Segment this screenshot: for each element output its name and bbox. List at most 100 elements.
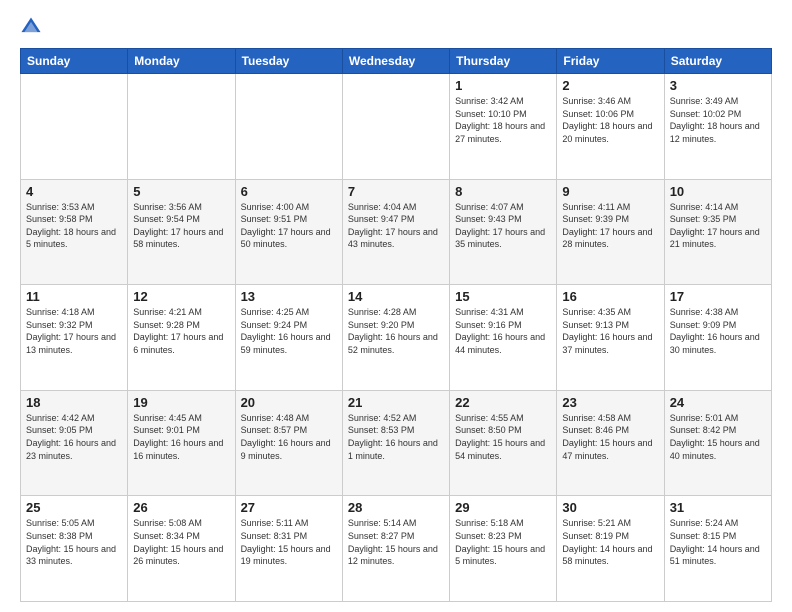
calendar-week-row: 25 Sunrise: 5:05 AM Sunset: 8:38 PM Dayli… bbox=[21, 496, 772, 602]
day-info: Sunrise: 4:38 AM Sunset: 9:09 PM Dayligh… bbox=[670, 306, 766, 356]
calendar-cell: 16 Sunrise: 4:35 AM Sunset: 9:13 PM Dayli… bbox=[557, 285, 664, 391]
calendar-cell: 14 Sunrise: 4:28 AM Sunset: 9:20 PM Dayli… bbox=[342, 285, 449, 391]
calendar-cell: 23 Sunrise: 4:58 AM Sunset: 8:46 PM Dayli… bbox=[557, 390, 664, 496]
day-number: 18 bbox=[26, 395, 122, 410]
weekday-header-row: SundayMondayTuesdayWednesdayThursdayFrid… bbox=[21, 49, 772, 74]
day-number: 14 bbox=[348, 289, 444, 304]
calendar-cell: 10 Sunrise: 4:14 AM Sunset: 9:35 PM Dayli… bbox=[664, 179, 771, 285]
day-info: Sunrise: 4:18 AM Sunset: 9:32 PM Dayligh… bbox=[26, 306, 122, 356]
day-info: Sunrise: 5:11 AM Sunset: 8:31 PM Dayligh… bbox=[241, 517, 337, 567]
calendar-cell: 18 Sunrise: 4:42 AM Sunset: 9:05 PM Dayli… bbox=[21, 390, 128, 496]
calendar-week-row: 1 Sunrise: 3:42 AM Sunset: 10:10 PM Dayli… bbox=[21, 74, 772, 180]
calendar-cell: 26 Sunrise: 5:08 AM Sunset: 8:34 PM Dayli… bbox=[128, 496, 235, 602]
day-info: Sunrise: 5:14 AM Sunset: 8:27 PM Dayligh… bbox=[348, 517, 444, 567]
calendar-cell: 13Sunrise: 4:25 AM Sunset: 9:24 PM Dayli… bbox=[235, 285, 342, 391]
day-info: Sunrise: 3:53 AM Sunset: 9:58 PM Dayligh… bbox=[26, 201, 122, 251]
calendar-cell: 25 Sunrise: 5:05 AM Sunset: 8:38 PM Dayli… bbox=[21, 496, 128, 602]
calendar-cell: 20 Sunrise: 4:48 AM Sunset: 8:57 PM Dayli… bbox=[235, 390, 342, 496]
day-info: Sunrise: 3:42 AM Sunset: 10:10 PM Daylig… bbox=[455, 95, 551, 145]
calendar-cell: 30 Sunrise: 5:21 AM Sunset: 8:19 PM Dayli… bbox=[557, 496, 664, 602]
calendar-cell: 1 Sunrise: 3:42 AM Sunset: 10:10 PM Dayli… bbox=[450, 74, 557, 180]
calendar-cell: 31Sunrise: 5:24 AM Sunset: 8:15 PM Dayli… bbox=[664, 496, 771, 602]
day-number: 21 bbox=[348, 395, 444, 410]
day-info: Sunrise: 4:35 AM Sunset: 9:13 PM Dayligh… bbox=[562, 306, 658, 356]
day-info: Sunrise: 5:08 AM Sunset: 8:34 PM Dayligh… bbox=[133, 517, 229, 567]
day-number: 22 bbox=[455, 395, 551, 410]
calendar-cell: 22 Sunrise: 4:55 AM Sunset: 8:50 PM Dayli… bbox=[450, 390, 557, 496]
day-number: 7 bbox=[348, 184, 444, 199]
calendar-cell: 6 Sunrise: 4:00 AM Sunset: 9:51 PM Daylig… bbox=[235, 179, 342, 285]
calendar-table: SundayMondayTuesdayWednesdayThursdayFrid… bbox=[20, 48, 772, 602]
calendar-cell bbox=[342, 74, 449, 180]
calendar-cell: 11 Sunrise: 4:18 AM Sunset: 9:32 PM Dayli… bbox=[21, 285, 128, 391]
day-info: Sunrise: 5:01 AM Sunset: 8:42 PM Dayligh… bbox=[670, 412, 766, 462]
calendar-cell: 28 Sunrise: 5:14 AM Sunset: 8:27 PM Dayli… bbox=[342, 496, 449, 602]
day-info: Sunrise: 5:05 AM Sunset: 8:38 PM Dayligh… bbox=[26, 517, 122, 567]
day-number: 16 bbox=[562, 289, 658, 304]
day-info: Sunrise: 3:49 AM Sunset: 10:02 PM Daylig… bbox=[670, 95, 766, 145]
weekday-header-thursday: Thursday bbox=[450, 49, 557, 74]
page: SundayMondayTuesdayWednesdayThursdayFrid… bbox=[0, 0, 792, 612]
day-number: 8 bbox=[455, 184, 551, 199]
calendar-week-row: 11 Sunrise: 4:18 AM Sunset: 9:32 PM Dayli… bbox=[21, 285, 772, 391]
weekday-header-friday: Friday bbox=[557, 49, 664, 74]
day-info: Sunrise: 5:21 AM Sunset: 8:19 PM Dayligh… bbox=[562, 517, 658, 567]
calendar-cell: 4 Sunrise: 3:53 AM Sunset: 9:58 PM Daylig… bbox=[21, 179, 128, 285]
day-number: 25 bbox=[26, 500, 122, 515]
calendar-cell: 27 Sunrise: 5:11 AM Sunset: 8:31 PM Dayli… bbox=[235, 496, 342, 602]
day-info: Sunrise: 4:04 AM Sunset: 9:47 PM Dayligh… bbox=[348, 201, 444, 251]
day-number: 4 bbox=[26, 184, 122, 199]
calendar-cell: 29 Sunrise: 5:18 AM Sunset: 8:23 PM Dayli… bbox=[450, 496, 557, 602]
day-number: 29 bbox=[455, 500, 551, 515]
day-info: Sunrise: 4:07 AM Sunset: 9:43 PM Dayligh… bbox=[455, 201, 551, 251]
header bbox=[20, 16, 772, 38]
day-info: Sunrise: 4:45 AM Sunset: 9:01 PM Dayligh… bbox=[133, 412, 229, 462]
day-info: Sunrise: 4:21 AM Sunset: 9:28 PM Dayligh… bbox=[133, 306, 229, 356]
day-info: Sunrise: 3:46 AM Sunset: 10:06 PM Daylig… bbox=[562, 95, 658, 145]
day-number: 28 bbox=[348, 500, 444, 515]
day-info: Sunrise: 4:14 AM Sunset: 9:35 PM Dayligh… bbox=[670, 201, 766, 251]
day-info: Sunrise: 4:55 AM Sunset: 8:50 PM Dayligh… bbox=[455, 412, 551, 462]
calendar-cell: 12Sunrise: 4:21 AM Sunset: 9:28 PM Dayli… bbox=[128, 285, 235, 391]
day-info: Sunrise: 4:58 AM Sunset: 8:46 PM Dayligh… bbox=[562, 412, 658, 462]
day-info: Sunrise: 4:25 AM Sunset: 9:24 PM Dayligh… bbox=[241, 306, 337, 356]
day-info: Sunrise: 4:11 AM Sunset: 9:39 PM Dayligh… bbox=[562, 201, 658, 251]
day-info: Sunrise: 3:56 AM Sunset: 9:54 PM Dayligh… bbox=[133, 201, 229, 251]
calendar-cell bbox=[128, 74, 235, 180]
calendar-cell: 2 Sunrise: 3:46 AM Sunset: 10:06 PM Dayli… bbox=[557, 74, 664, 180]
day-info: Sunrise: 4:28 AM Sunset: 9:20 PM Dayligh… bbox=[348, 306, 444, 356]
day-number: 10 bbox=[670, 184, 766, 199]
day-info: Sunrise: 5:24 AM Sunset: 8:15 PM Dayligh… bbox=[670, 517, 766, 567]
weekday-header-sunday: Sunday bbox=[21, 49, 128, 74]
day-number: 24 bbox=[670, 395, 766, 410]
day-number: 20 bbox=[241, 395, 337, 410]
day-number: 2 bbox=[562, 78, 658, 93]
day-number: 30 bbox=[562, 500, 658, 515]
calendar-cell: 17 Sunrise: 4:38 AM Sunset: 9:09 PM Dayli… bbox=[664, 285, 771, 391]
day-number: 15 bbox=[455, 289, 551, 304]
day-number: 27 bbox=[241, 500, 337, 515]
day-info: Sunrise: 4:42 AM Sunset: 9:05 PM Dayligh… bbox=[26, 412, 122, 462]
day-number: 23 bbox=[562, 395, 658, 410]
day-info: Sunrise: 4:48 AM Sunset: 8:57 PM Dayligh… bbox=[241, 412, 337, 462]
calendar-cell bbox=[21, 74, 128, 180]
calendar-cell: 21 Sunrise: 4:52 AM Sunset: 8:53 PM Dayli… bbox=[342, 390, 449, 496]
weekday-header-monday: Monday bbox=[128, 49, 235, 74]
day-number: 26 bbox=[133, 500, 229, 515]
day-number: 6 bbox=[241, 184, 337, 199]
logo-icon bbox=[20, 16, 42, 38]
calendar-cell: 19Sunrise: 4:45 AM Sunset: 9:01 PM Dayli… bbox=[128, 390, 235, 496]
calendar-week-row: 4 Sunrise: 3:53 AM Sunset: 9:58 PM Daylig… bbox=[21, 179, 772, 285]
day-info: Sunrise: 4:00 AM Sunset: 9:51 PM Dayligh… bbox=[241, 201, 337, 251]
day-number: 1 bbox=[455, 78, 551, 93]
day-info: Sunrise: 4:31 AM Sunset: 9:16 PM Dayligh… bbox=[455, 306, 551, 356]
day-info: Sunrise: 5:18 AM Sunset: 8:23 PM Dayligh… bbox=[455, 517, 551, 567]
calendar-cell bbox=[235, 74, 342, 180]
day-info: Sunrise: 4:52 AM Sunset: 8:53 PM Dayligh… bbox=[348, 412, 444, 462]
calendar-cell: 7 Sunrise: 4:04 AM Sunset: 9:47 PM Daylig… bbox=[342, 179, 449, 285]
day-number: 3 bbox=[670, 78, 766, 93]
day-number: 9 bbox=[562, 184, 658, 199]
day-number: 11 bbox=[26, 289, 122, 304]
day-number: 17 bbox=[670, 289, 766, 304]
calendar-week-row: 18 Sunrise: 4:42 AM Sunset: 9:05 PM Dayli… bbox=[21, 390, 772, 496]
